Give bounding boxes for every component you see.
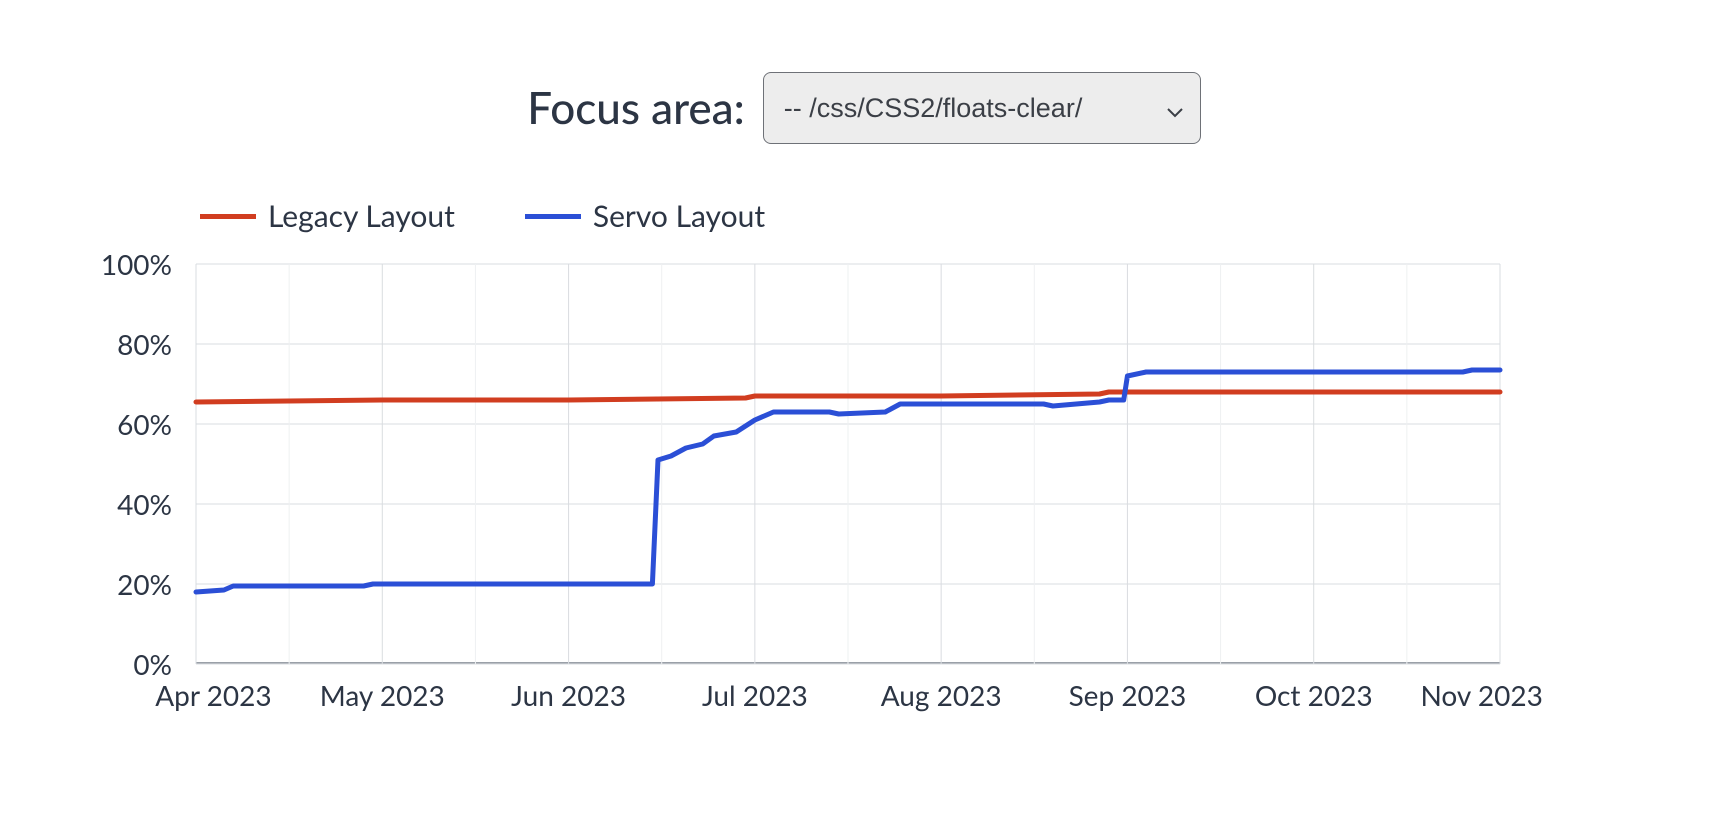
y-tick-label: 100% [101, 247, 172, 281]
legend-item-legacy: Legacy Layout [200, 198, 455, 234]
y-axis: 0%20%40%60%80%100% [92, 264, 186, 664]
legend-label: Servo Layout [593, 198, 765, 234]
y-tick-label: 20% [117, 567, 172, 601]
y-tick-label: 80% [117, 327, 172, 361]
x-tick-label: Jul 2023 [702, 678, 808, 712]
chart-legend: Legacy Layout Servo Layout [200, 198, 765, 234]
y-tick-label: 0% [133, 647, 172, 681]
legend-swatch [200, 214, 256, 219]
focus-area-select[interactable]: -- /css/CSS2/floats-clear/ [763, 72, 1201, 144]
x-tick-label: Jun 2023 [511, 678, 626, 712]
x-tick-label: Sep 2023 [1069, 678, 1187, 712]
y-tick-label: 40% [117, 487, 172, 521]
x-tick-label: Aug 2023 [881, 678, 1002, 712]
legend-label: Legacy Layout [268, 198, 455, 234]
focus-area-label: Focus area: [527, 82, 745, 134]
x-tick-label: May 2023 [320, 678, 445, 712]
focus-area-select-wrap: -- /css/CSS2/floats-clear/ [763, 72, 1201, 144]
x-tick-label: Nov 2023 [1420, 678, 1542, 712]
legend-swatch [525, 214, 581, 219]
chart-controls: Focus area: -- /css/CSS2/floats-clear/ [0, 0, 1728, 144]
plot-area [196, 264, 1500, 664]
x-tick-label: Oct 2023 [1255, 678, 1373, 712]
chart: Legacy Layout Servo Layout 0% 20% 40% 60% 80… [92, 186, 1502, 726]
y-tick-label: 60% [117, 407, 172, 441]
x-tick-label: Apr 2023 [155, 678, 271, 712]
chart-series [196, 264, 1500, 662]
legend-item-servo: Servo Layout [525, 198, 765, 234]
x-axis: Apr 2023May 2023Jun 2023Jul 2023Aug 2023… [196, 672, 1500, 712]
